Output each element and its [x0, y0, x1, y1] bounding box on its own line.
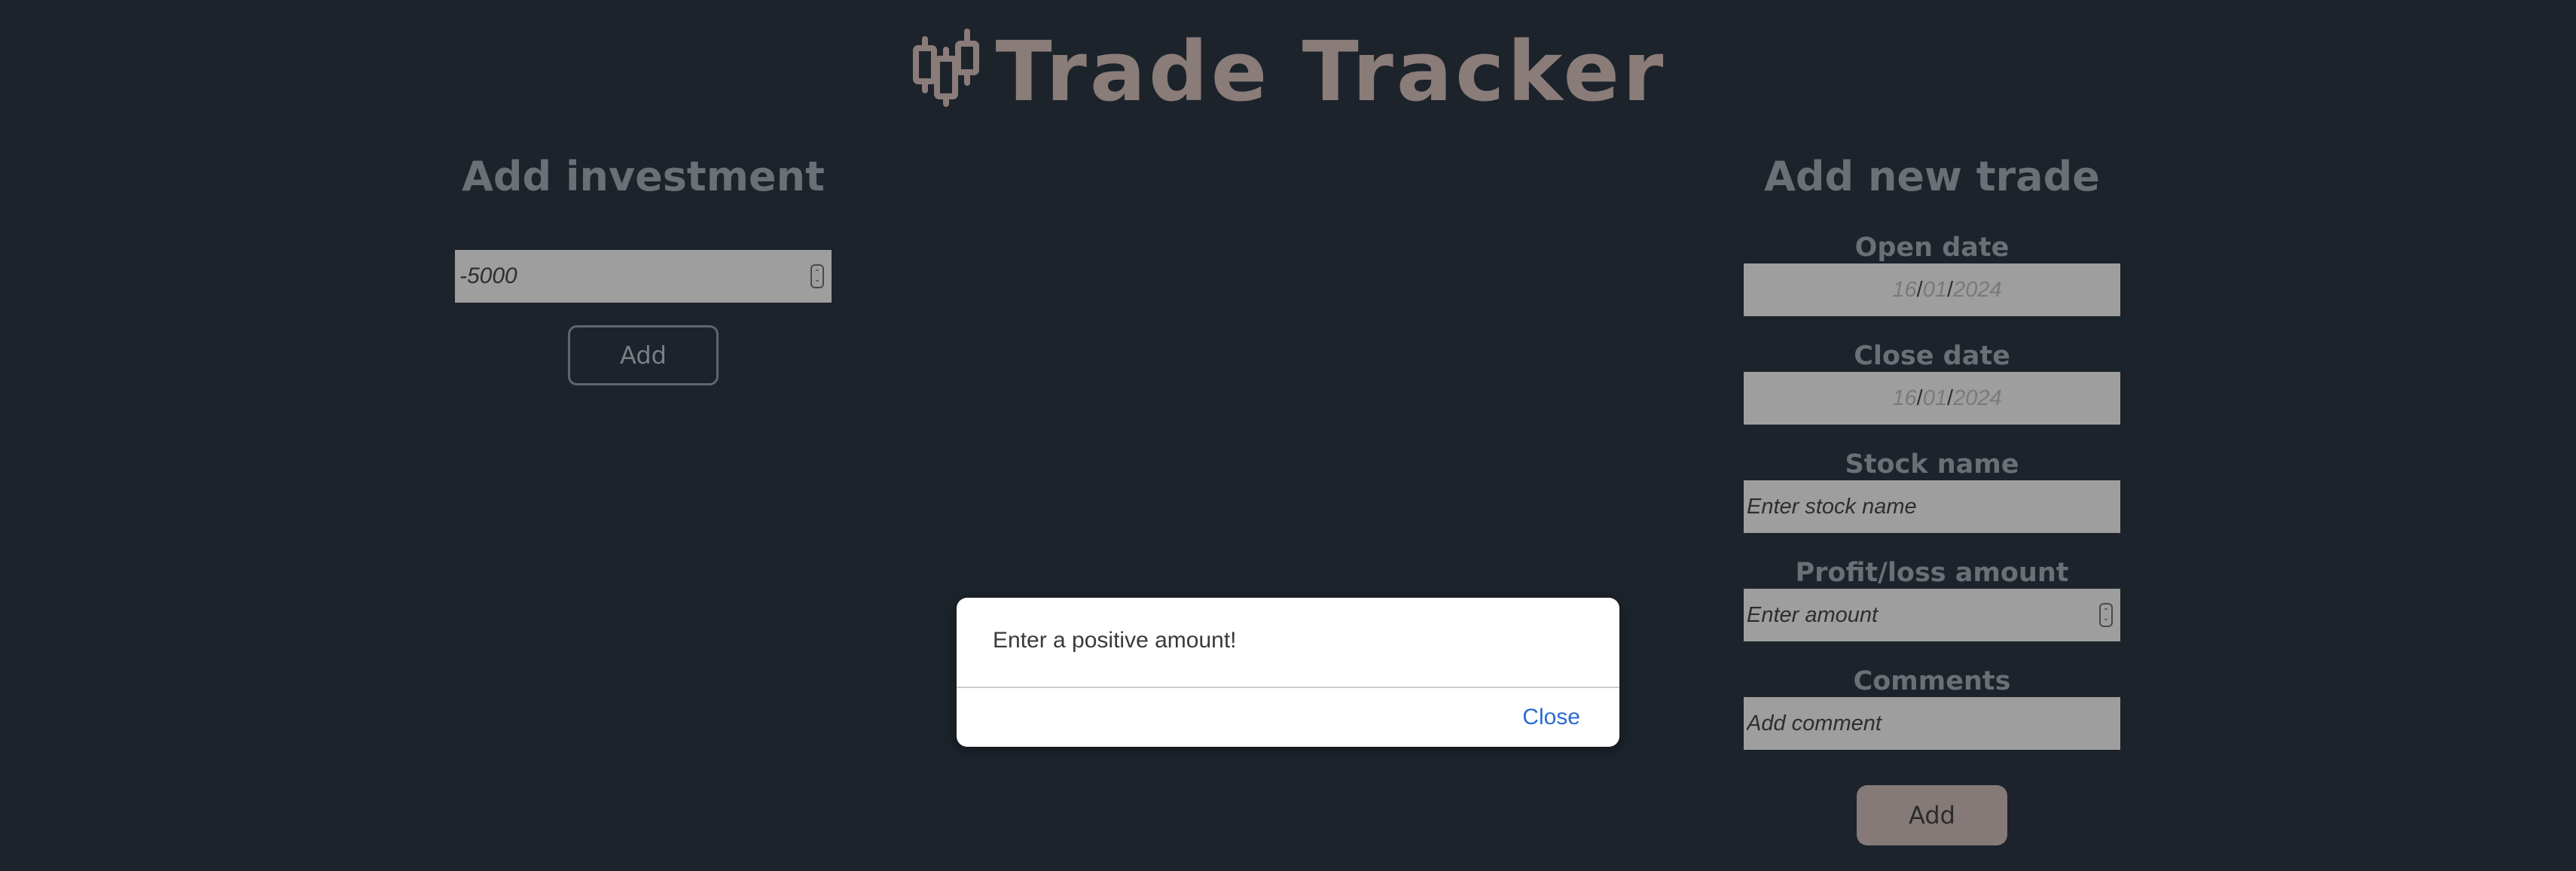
profit-loss-input[interactable] — [1744, 589, 2120, 641]
page: Trade Tracker Add investment ⌃⌄ Add Add … — [0, 0, 2576, 871]
app-title: Trade Tracker — [995, 23, 1667, 120]
open-date-month: 01 — [1922, 277, 1947, 302]
add-trade-button[interactable]: Add — [1857, 785, 2007, 845]
stock-name-field[interactable] — [1744, 480, 2120, 533]
profit-loss-field[interactable]: ⌃⌄ — [1744, 589, 2120, 641]
open-date-value: 16/01/2024 — [1892, 277, 2002, 302]
close-date-value: 16/01/2024 — [1892, 385, 2002, 410]
profit-loss-label: Profit/loss amount — [1795, 558, 2069, 588]
add-trade-title: Add new trade — [1764, 153, 2100, 200]
number-stepper-icon[interactable]: ⌃ ⌄ — [810, 264, 824, 288]
open-date-year: 2024 — [1953, 277, 2002, 302]
comments-field[interactable] — [1744, 697, 2120, 750]
add-investment-title: Add investment — [462, 153, 825, 200]
app-header: Trade Tracker — [0, 23, 2576, 113]
candlestick-icon — [910, 29, 979, 107]
close-date-label: Close date — [1854, 341, 2010, 371]
comments-input[interactable] — [1744, 697, 2120, 750]
dialog-divider — [957, 687, 1619, 688]
open-date-day: 16 — [1892, 277, 1917, 302]
open-date-label: Open date — [1854, 233, 2010, 263]
add-investment-button[interactable]: Add — [568, 325, 719, 385]
close-date-month: 01 — [1922, 385, 1947, 410]
open-date-input[interactable]: 16/01/2024 — [1744, 263, 2120, 316]
number-stepper-icon[interactable]: ⌃ ⌄ — [2099, 603, 2113, 627]
stock-name-input[interactable] — [1744, 480, 2120, 533]
close-button[interactable]: Close — [1522, 705, 1580, 730]
alert-dialog: Enter a positive amount! Close — [957, 598, 1619, 747]
close-date-year: 2024 — [1953, 385, 2002, 410]
investment-amount-input[interactable] — [455, 250, 832, 303]
investment-amount-field[interactable]: ⌃⌄ — [455, 250, 832, 303]
stock-name-label: Stock name — [1845, 449, 2019, 480]
alert-message: Enter a positive amount! — [993, 628, 1237, 653]
comments-label: Comments — [1853, 666, 2011, 696]
close-date-day: 16 — [1892, 385, 1917, 410]
close-date-input[interactable]: 16/01/2024 — [1744, 372, 2120, 425]
